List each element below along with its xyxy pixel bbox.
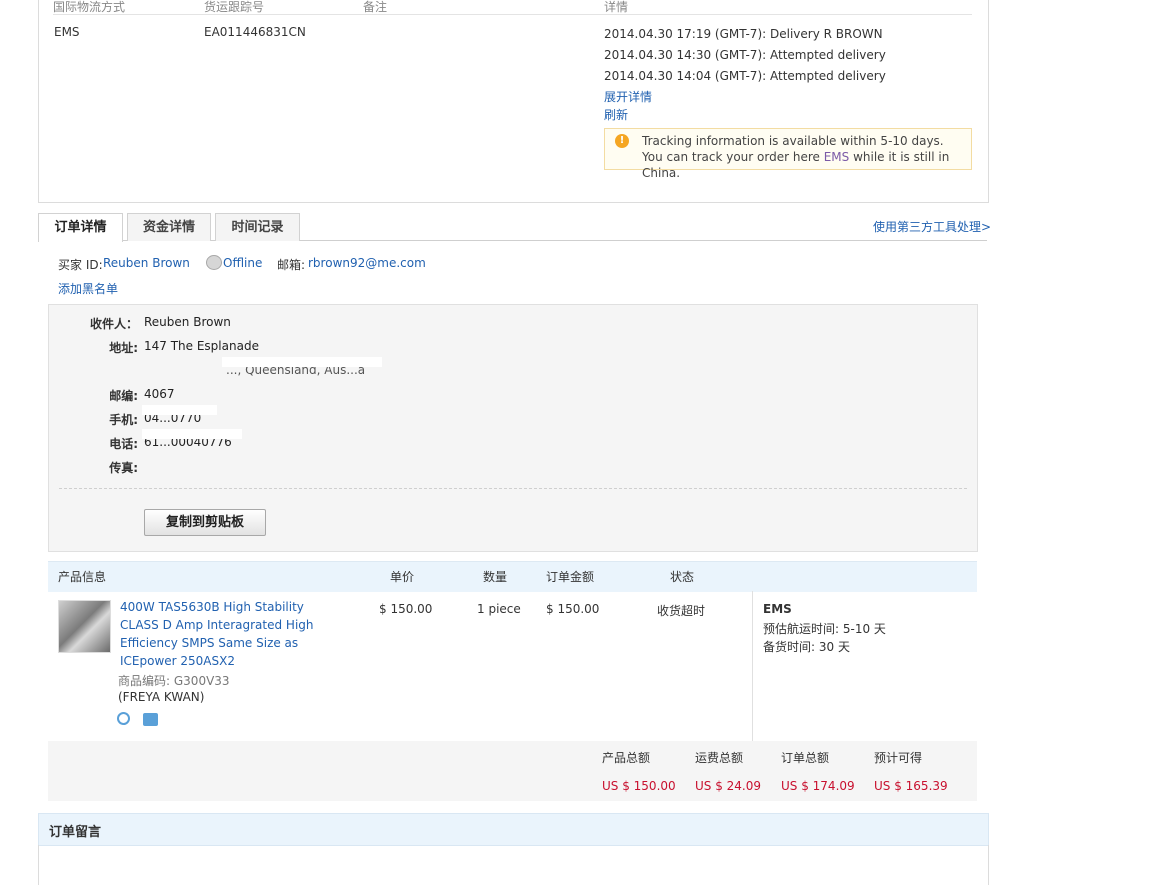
product-total-value: US $ 150.00 (602, 779, 676, 793)
chat-bubble-icon[interactable] (206, 255, 222, 270)
tracking-event: 2014.04.30 17:19 (GMT-7): Delivery R BRO… (604, 27, 883, 41)
eta-value: 5-10 天 (842, 622, 886, 636)
estimated-earning-label: 预计可得 (874, 751, 923, 765)
eta-label: 预估航运时间: (763, 622, 840, 636)
estimated-earning-value: US $ 165.39 (874, 779, 948, 793)
buyer-email-link[interactable]: rbrown92@me.com (308, 256, 426, 270)
ems-link[interactable]: EMS (824, 150, 850, 164)
column-header-details: 详情 (604, 0, 629, 14)
phone-label: 电话: (109, 437, 138, 451)
redaction-mask (142, 405, 217, 415)
column-header-tracking-number: 货运跟踪号 (204, 0, 265, 14)
column-header-remark: 备注 (363, 0, 388, 14)
sku-label: 商品编码: (118, 674, 171, 688)
zip-label: 邮编: (109, 389, 138, 403)
buyer-id-label: 买家 ID: (58, 258, 103, 272)
third-party-tool-link[interactable]: 使用第三方工具处理> (873, 218, 991, 235)
shipping-method-cell: EMS (763, 602, 792, 616)
product-table-header (48, 561, 977, 592)
zip-value: 4067 (144, 387, 175, 401)
unit-price: $ 150.00 (379, 602, 433, 616)
column-header-status: 状态 (670, 570, 695, 584)
recipient-value: Reuben Brown (144, 315, 231, 329)
quantity: 1 piece (477, 602, 521, 616)
tracking-event: 2014.04.30 14:30 (GMT-7): Attempted deli… (604, 48, 886, 62)
product-thumbnail[interactable] (58, 600, 111, 653)
header-divider (53, 14, 972, 15)
order-message-body (38, 845, 989, 885)
prep-time-label: 备货时间: (763, 640, 816, 654)
redaction-mask (142, 429, 242, 439)
column-divider (752, 591, 753, 741)
shipping-total-value: US $ 24.09 (695, 779, 762, 793)
column-header-order-amount: 订单金额 (546, 570, 595, 584)
column-header-shipping-method: 国际物流方式 (53, 0, 126, 14)
tab-fund-details[interactable]: 资金详情 (127, 213, 211, 241)
email-label: 邮箱: (277, 258, 306, 272)
fax-label: 传真: (109, 461, 138, 475)
add-blacklist-link[interactable]: 添加黑名单 (58, 280, 118, 297)
sku-value: G300V33 (173, 674, 230, 688)
order-amount: $ 150.00 (546, 602, 600, 616)
alarm-clock-icon[interactable] (117, 712, 130, 725)
column-header-product-info: 产品信息 (58, 570, 107, 584)
tab-time-log[interactable]: 时间记录 (215, 213, 300, 241)
tracking-number: EA011446831CN (204, 25, 306, 39)
shipping-total-label: 运费总额 (695, 751, 744, 765)
order-total-label: 订单总额 (781, 751, 830, 765)
seller-name: (FREYA KWAN) (118, 690, 205, 704)
tracking-tip: ! Tracking information is available with… (604, 128, 972, 180)
order-message-title: 订单留言 (49, 825, 102, 840)
online-status[interactable]: Offline (223, 256, 262, 270)
tip-text: Tracking information is available within… (642, 133, 968, 181)
address-label: 地址: (109, 341, 138, 355)
shipping-method: EMS (54, 25, 80, 39)
column-header-unit-price: 单价 (390, 570, 415, 584)
refresh-link[interactable]: 刷新 (604, 106, 628, 123)
redaction-mask (222, 357, 382, 367)
product-title-link[interactable]: 400W TAS5630B High Stability CLASS D Amp… (120, 598, 335, 670)
tab-order-details[interactable]: 订单详情 (38, 213, 123, 242)
mobile-label: 手机: (109, 413, 138, 427)
expand-details-link[interactable]: 展开详情 (604, 88, 652, 105)
tracking-event: 2014.04.30 14:04 (GMT-7): Attempted deli… (604, 69, 886, 83)
refresh-box-icon[interactable] (143, 713, 158, 726)
recipient-label: 收件人： (89, 317, 138, 331)
copy-to-clipboard-button[interactable]: 复制到剪贴板 (144, 509, 266, 536)
column-header-quantity: 数量 (483, 570, 508, 584)
order-total-value: US $ 174.09 (781, 779, 855, 793)
product-total-label: 产品总额 (602, 751, 651, 765)
order-message-header (38, 813, 989, 846)
order-status: 收货超时 (657, 604, 706, 618)
buyer-name-link[interactable]: Reuben Brown (103, 256, 190, 270)
dashed-divider (59, 488, 967, 489)
prep-time-value: 30 天 (818, 640, 850, 654)
lightbulb-icon: ! (615, 134, 629, 148)
address-line1: 147 The Esplanade (144, 339, 259, 353)
